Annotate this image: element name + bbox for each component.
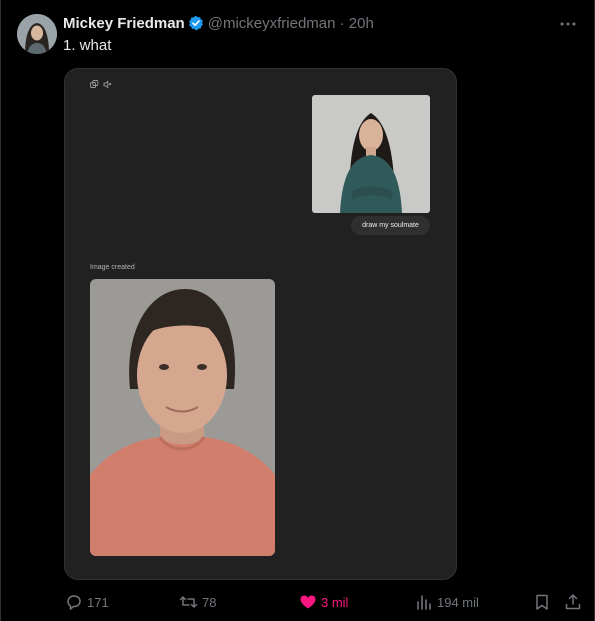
reply-button[interactable]: 171: [65, 590, 109, 614]
generated-image[interactable]: [90, 279, 275, 556]
tweet[interactable]: Mickey Friedman @mickeyxfriedman · 20h 1…: [0, 0, 595, 621]
like-count: 3 mil: [321, 594, 349, 610]
copy-icon[interactable]: [90, 80, 99, 89]
share-button[interactable]: [564, 590, 582, 614]
image-created-label: Image created: [90, 264, 135, 271]
repost-icon: [179, 596, 198, 608]
share-icon: [565, 594, 581, 610]
bookmark-icon: [536, 594, 548, 610]
author-handle-timestamp[interactable]: @mickeyxfriedman · 20h: [208, 15, 374, 32]
bookmark-button[interactable]: [533, 590, 551, 614]
author-avatar[interactable]: [17, 14, 57, 54]
prompt-message: draw my soulmate: [351, 216, 430, 235]
more-options-icon[interactable]: [558, 14, 578, 34]
tweet-header: Mickey Friedman @mickeyxfriedman · 20h: [63, 13, 374, 33]
tweet-actions: 171 78 3 mil 194 mil: [1, 590, 595, 614]
like-button[interactable]: 3 mil: [299, 590, 348, 614]
heart-icon: [300, 595, 316, 609]
uploaded-photo[interactable]: [312, 95, 430, 213]
author-display-name[interactable]: Mickey Friedman: [63, 15, 185, 32]
views-chart-icon: [417, 595, 431, 610]
repost-button[interactable]: 78: [179, 590, 216, 614]
verified-badge-icon[interactable]: [188, 15, 204, 31]
views-button[interactable]: 194 mil: [415, 590, 479, 614]
reply-icon: [67, 595, 81, 610]
repost-count: 78: [202, 594, 217, 610]
tweet-text: 1. what: [63, 37, 112, 54]
reply-count: 171: [87, 594, 109, 610]
chat-toolbar: [90, 80, 112, 89]
speaker-icon[interactable]: [103, 80, 112, 89]
tweet-media[interactable]: draw my soulmate Image created: [64, 68, 457, 580]
views-count: 194 mil: [437, 594, 479, 610]
